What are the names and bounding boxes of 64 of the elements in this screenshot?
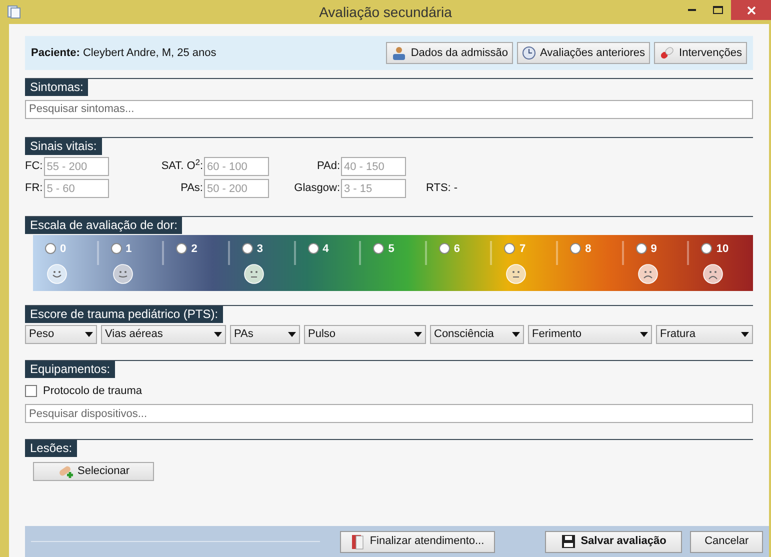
vital-field[interactable]: 3 - 15 bbox=[341, 179, 406, 198]
vital-field[interactable]: 55 - 200 bbox=[44, 157, 109, 176]
pain-radio[interactable]: 2 bbox=[176, 240, 228, 257]
pain-radio[interactable]: 3 bbox=[242, 240, 294, 257]
header-button[interactable]: Intervenções bbox=[654, 42, 747, 64]
pill-icon bbox=[659, 46, 676, 60]
pts-dropdown[interactable]: Peso bbox=[25, 325, 97, 344]
caret-icon bbox=[512, 332, 520, 337]
close-button[interactable] bbox=[731, 0, 771, 20]
pain-radio[interactable]: 4 bbox=[308, 240, 360, 257]
caret-icon bbox=[85, 332, 93, 337]
vital-label: PAd: bbox=[316, 159, 340, 174]
select-button[interactable]: Selecionar bbox=[33, 462, 154, 480]
pts-dropdown[interactable]: Fratura bbox=[656, 325, 753, 344]
device-search-field[interactable]: Pesquisar dispositivos... bbox=[25, 404, 753, 423]
pts-dropdown[interactable]: Pulso bbox=[304, 325, 426, 344]
face-icon bbox=[47, 264, 67, 284]
vital-label: SAT. O$^{2}$: bbox=[161, 158, 203, 174]
caret-icon bbox=[741, 332, 749, 337]
section-title: Equipamentos: bbox=[25, 361, 116, 378]
vital-label: PAs: bbox=[180, 181, 203, 196]
trauma-checkbox[interactable]: Protocolo de trauma bbox=[25, 382, 142, 399]
cancel-button[interactable]: Cancelar bbox=[690, 530, 764, 552]
window-icon bbox=[7, 5, 21, 19]
vital-label: FC: bbox=[25, 159, 43, 174]
face-icon bbox=[638, 264, 658, 284]
clock-icon bbox=[522, 46, 536, 60]
vital-field[interactable]: 50 - 200 bbox=[204, 179, 269, 198]
section-title: Sintomas: bbox=[25, 79, 88, 96]
caret-icon bbox=[214, 332, 222, 337]
face-icon bbox=[506, 264, 526, 284]
vital-field[interactable]: 5 - 60 bbox=[44, 179, 109, 198]
caret-icon bbox=[640, 332, 648, 337]
section-title: Escala de avaliação de dor: bbox=[25, 217, 182, 234]
header-button[interactable]: Dados da admissão bbox=[386, 42, 514, 64]
section-title: Escore de trauma pediátrico (PTS): bbox=[25, 306, 224, 322]
pts-dropdown[interactable]: Vias aéreas bbox=[101, 325, 226, 344]
vital-label: Glasgow: bbox=[294, 181, 340, 196]
close-icon bbox=[746, 6, 756, 14]
pts-dropdown[interactable]: Ferimento bbox=[528, 325, 652, 344]
rts-value: RTS: - bbox=[426, 181, 458, 196]
bandage-icon bbox=[58, 464, 74, 478]
person-icon bbox=[390, 46, 407, 60]
caret-icon bbox=[414, 332, 422, 337]
vital-field[interactable]: 60 - 100 bbox=[204, 157, 269, 176]
header-button[interactable]: Avaliações anteriores bbox=[517, 42, 650, 64]
pain-radio[interactable]: 9 bbox=[636, 240, 688, 257]
finish-button[interactable]: Finalizar atendimento... bbox=[340, 530, 495, 552]
symptom-search-field[interactable]: Pesquisar sintomas... bbox=[25, 100, 753, 118]
save-button[interactable]: Salvar avaliação bbox=[544, 530, 682, 552]
face-icon bbox=[112, 264, 133, 284]
section-title: Lesões: bbox=[25, 440, 78, 457]
section-title: Sinais vitais: bbox=[25, 138, 102, 154]
patient-info: Paciente: Cleybert Andre, M, 25 anos bbox=[31, 46, 216, 61]
caret-icon bbox=[288, 332, 296, 337]
face-icon bbox=[703, 264, 724, 284]
vital-label: FR: bbox=[25, 181, 43, 196]
face-icon bbox=[244, 264, 264, 284]
pts-dropdown[interactable]: PAs bbox=[230, 325, 300, 344]
pts-dropdown[interactable]: Consciência bbox=[430, 325, 524, 344]
pain-radio[interactable]: 10 bbox=[701, 240, 754, 257]
window-title: Avaliação secundária bbox=[319, 2, 452, 22]
vital-field[interactable]: 40 - 150 bbox=[341, 157, 406, 176]
book-icon bbox=[350, 534, 365, 550]
